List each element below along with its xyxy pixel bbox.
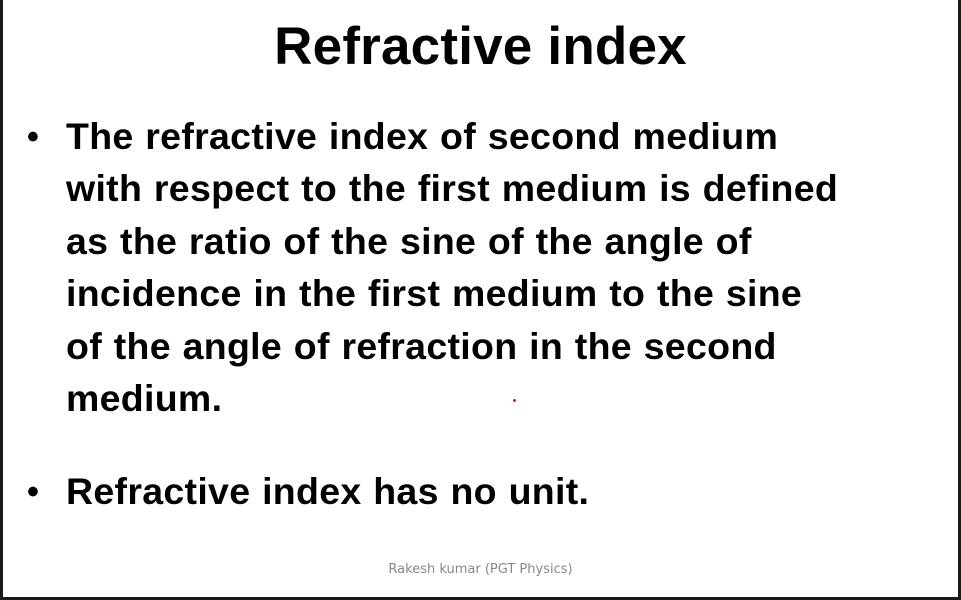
bullet-line: incidence in the first medium to the sin…: [66, 272, 803, 315]
bullet-marker: •: [27, 473, 39, 511]
bullet-line: Refractive index has no unit.: [66, 470, 590, 512]
slide: Refractive index • The refractive index …: [3, 0, 958, 597]
bullet-line: medium.: [66, 377, 223, 420]
bullet-text: The refractive index of second medium wi…: [66, 110, 946, 424]
bullet-line: of the angle of refraction in the second: [66, 324, 777, 367]
laser-pointer-dot: [513, 399, 516, 402]
bullet-text: Refractive index has no unit.: [66, 465, 946, 517]
slide-title: Refractive index: [274, 17, 687, 76]
presentation-frame: Refractive index • The refractive index …: [0, 0, 961, 600]
bullet-marker: •: [27, 118, 39, 156]
bullet-line: with respect to the first medium is defi…: [66, 167, 839, 210]
bullet-line: The refractive index of second medium: [66, 115, 779, 157]
slide-footer: Rakesh kumar (PGT Physics): [388, 562, 573, 577]
bullet-line: as the ratio of the sine of the angle of: [66, 219, 752, 262]
